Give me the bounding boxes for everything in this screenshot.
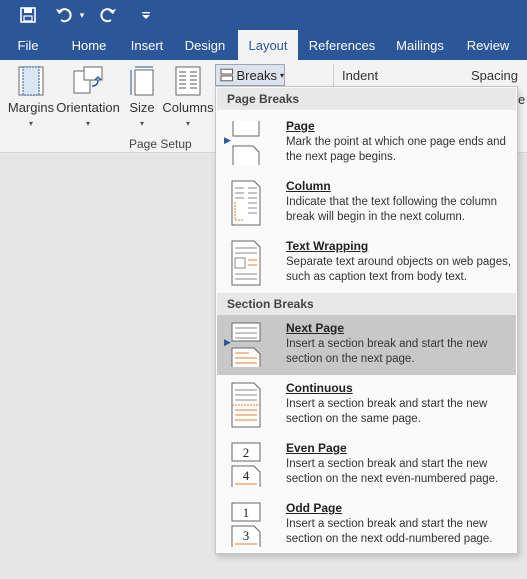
breaks-icon — [220, 68, 234, 82]
item-description: Insert a section break and start the new… — [286, 338, 488, 365]
tab-insert[interactable]: Insert — [122, 30, 172, 60]
item-title: Column — [286, 179, 331, 193]
text-wrapping-item[interactable]: Text Wrapping Separate text around objec… — [217, 233, 516, 293]
item-description: Insert a section break and start the new… — [286, 458, 499, 485]
continuous-icon — [231, 382, 261, 428]
tab-review[interactable]: Review — [454, 30, 522, 60]
tab-design[interactable]: Design — [172, 30, 238, 60]
margins-icon — [18, 66, 44, 96]
item-title: Next Page — [286, 321, 345, 335]
tab-file[interactable]: File — [0, 30, 56, 60]
size-button[interactable]: Size ▾ — [126, 66, 158, 128]
page-break-item[interactable]: ▶ Page Mark the point at which one page … — [217, 113, 516, 173]
breaks-dropdown: Page Breaks ▶ Page Mark the point at whi… — [215, 86, 518, 554]
item-title: Odd Page — [286, 501, 343, 515]
breaks-button[interactable]: Breaks ▾ — [215, 64, 285, 86]
page-break-icon — [232, 121, 260, 165]
columns-label: Columns — [162, 100, 214, 115]
item-description: Indicate that the text following the col… — [286, 196, 497, 223]
item-title: Page — [286, 119, 315, 133]
orientation-label: Orientation — [56, 100, 120, 115]
column-break-item[interactable]: Column Indicate that the text following … — [217, 173, 516, 233]
chevron-down-icon: ▾ — [28, 119, 33, 128]
columns-icon — [175, 66, 201, 96]
ribbon-tabs: File Home Insert Design Layout Reference… — [0, 30, 527, 60]
tab-references[interactable]: References — [298, 30, 386, 60]
redo-icon[interactable] — [96, 3, 120, 27]
title-bar: ▾ — [0, 0, 527, 30]
size-label: Size — [129, 100, 155, 115]
breaks-label: Breaks — [236, 67, 277, 83]
indent-label: Indent — [342, 68, 379, 83]
even-page-digit-bottom: 4 — [243, 468, 250, 483]
even-page-icon: 24 — [231, 442, 261, 487]
column-break-icon — [231, 180, 261, 226]
tab-mailings[interactable]: Mailings — [386, 30, 454, 60]
margins-button[interactable]: Margins ▾ — [8, 66, 54, 128]
item-title: Text Wrapping — [286, 239, 369, 253]
text-wrapping-icon — [231, 240, 261, 286]
chevron-down-icon: ▾ — [279, 70, 284, 80]
partial-ribbon-text: e — [518, 92, 526, 107]
item-description: Insert a section break and start the new… — [286, 398, 488, 425]
item-title: Continuous — [286, 381, 353, 395]
tab-layout[interactable]: Layout — [238, 30, 298, 60]
chevron-down-icon: ▾ — [185, 119, 190, 128]
odd-page-item[interactable]: 13 Odd Page Insert a section break and s… — [217, 495, 516, 555]
chevron-down-icon[interactable]: ▾ — [76, 3, 88, 27]
next-page-icon — [231, 322, 261, 367]
even-page-item[interactable]: 24 Even Page Insert a section break and … — [217, 435, 516, 495]
continuous-item[interactable]: Continuous Insert a section break and st… — [217, 375, 516, 435]
next-page-item[interactable]: ▶ Next Page Insert a section break and s… — [217, 315, 516, 375]
item-description: Insert a section break and start the new… — [286, 518, 493, 545]
item-description: Mark the point at which one page ends an… — [286, 136, 506, 163]
odd-page-digit-top: 1 — [243, 505, 250, 520]
save-icon[interactable] — [16, 3, 40, 27]
chevron-down-icon: ▾ — [85, 119, 90, 128]
spacing-label: Spacing — [471, 68, 518, 83]
tab-home[interactable]: Home — [56, 30, 122, 60]
page-setup-group-label: Page Setup — [129, 137, 192, 151]
chevron-down-icon: ▾ — [139, 119, 144, 128]
item-title: Even Page — [286, 441, 347, 455]
item-description: Separate text around objects on web page… — [286, 256, 512, 283]
customize-qat-icon[interactable] — [134, 3, 158, 27]
columns-button[interactable]: Columns ▾ — [162, 66, 214, 128]
odd-page-icon: 13 — [231, 502, 261, 547]
undo-icon[interactable] — [52, 3, 76, 27]
section-breaks-header: Section Breaks — [217, 293, 516, 315]
odd-page-digit-bottom: 3 — [243, 528, 250, 543]
page-breaks-header: Page Breaks — [217, 88, 516, 110]
orientation-icon — [73, 66, 103, 94]
size-icon — [130, 66, 154, 96]
even-page-digit-top: 2 — [243, 445, 250, 460]
margins-label: Margins — [7, 100, 55, 115]
orientation-button[interactable]: Orientation ▾ — [56, 66, 120, 128]
